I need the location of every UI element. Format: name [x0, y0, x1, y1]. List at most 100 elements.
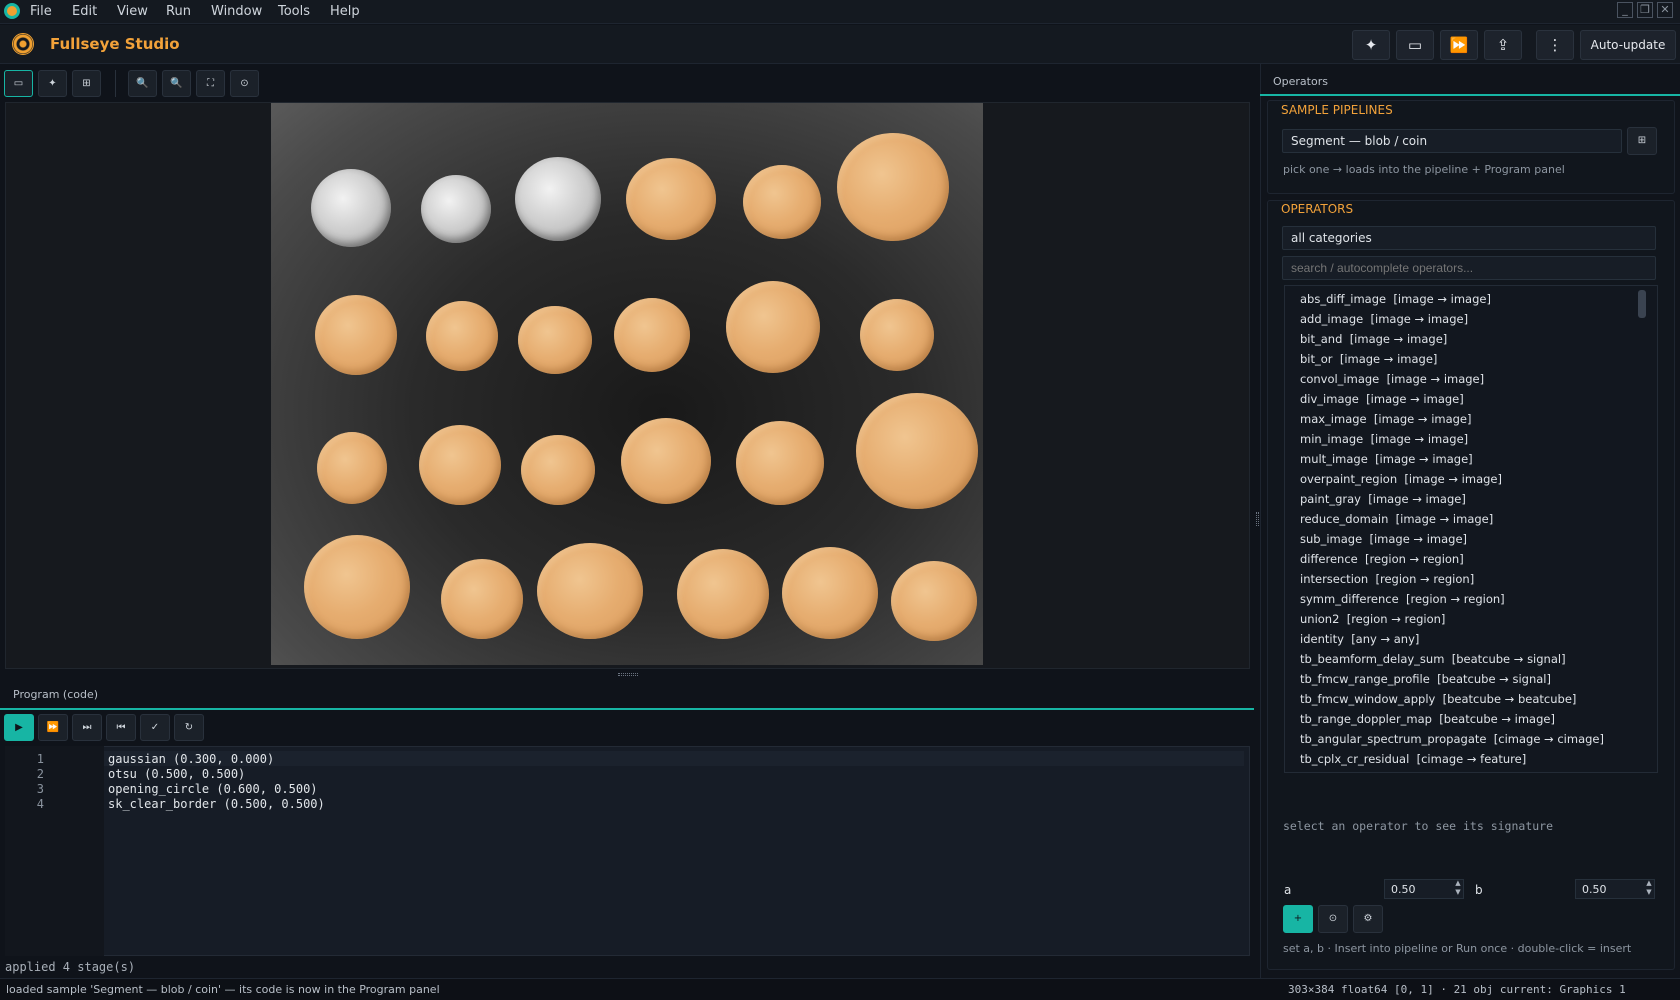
folder-icon[interactable]: ▭	[1396, 30, 1434, 60]
coin	[518, 306, 592, 374]
coin	[515, 157, 601, 241]
param-b-label: b	[1475, 883, 1483, 897]
step-back-button[interactable]: ⏮	[106, 714, 136, 741]
menu-help[interactable]: Help	[330, 4, 360, 19]
line-number: 3	[36, 782, 44, 796]
coin	[621, 418, 711, 504]
list-item[interactable]: abs_diff_image [image → image]	[1300, 292, 1491, 306]
coin	[891, 561, 977, 641]
zoom-out-icon[interactable]: 🔍	[162, 70, 191, 97]
app-title: Fullseye Studio	[50, 35, 180, 53]
list-item[interactable]: identity [any → any]	[1300, 632, 1419, 646]
list-item[interactable]: min_image [image → image]	[1300, 432, 1468, 446]
coin	[315, 295, 397, 375]
app-menu-icon[interactable]	[4, 3, 20, 19]
list-item[interactable]: sub_image [image → image]	[1300, 532, 1467, 546]
more-menu-icon[interactable]: ⋮	[1536, 30, 1574, 60]
tab-program[interactable]: Program (code)	[0, 680, 1254, 710]
run-all-button[interactable]: ⏩	[38, 714, 68, 741]
code-line[interactable]: sk_clear_border (0.500, 0.500)	[108, 797, 325, 811]
list-item[interactable]: tb_fmcw_range_profile [beatcube → signal…	[1300, 672, 1551, 686]
list-item[interactable]: union2 [region → region]	[1300, 612, 1445, 626]
param-a-stepper[interactable]: ▲ ▼	[1452, 879, 1464, 899]
list-item[interactable]: paint_gray [image → image]	[1300, 492, 1466, 506]
zoom-in-icon[interactable]: 🔍	[128, 70, 157, 97]
insert-operator-button[interactable]: +	[1283, 905, 1313, 933]
app-logo-icon	[12, 33, 34, 55]
coin	[837, 133, 949, 241]
coin	[311, 169, 391, 247]
grid-icon[interactable]: ⊞	[72, 70, 101, 97]
list-item[interactable]: bit_or [image → image]	[1300, 352, 1437, 366]
line-number: 2	[36, 767, 44, 781]
title-bar: Fullseye Studio ✦ ▭ ⏩ ⇪ ⋮ Auto-update	[0, 25, 1680, 64]
list-item[interactable]: overpaint_region [image → image]	[1300, 472, 1502, 486]
menu-window[interactable]: Window	[211, 4, 262, 19]
step-forward-button[interactable]: ⏭	[72, 714, 102, 741]
list-item[interactable]: mult_image [image → image]	[1300, 452, 1473, 466]
list-item[interactable]: tb_beamform_delay_sum [beatcube → signal…	[1300, 652, 1566, 666]
param-b-stepper[interactable]: ▲ ▼	[1643, 879, 1655, 899]
operator-list-scroll-thumb[interactable]	[1638, 290, 1646, 318]
menu-run[interactable]: Run	[166, 4, 191, 19]
list-item[interactable]: div_image [image → image]	[1300, 392, 1464, 406]
coin-image[interactable]	[271, 103, 983, 665]
sample-pipelines-hint: pick one → loads into the pipeline + Pro…	[1283, 163, 1565, 176]
close-icon[interactable]: ✕	[1657, 2, 1673, 18]
coin	[743, 165, 821, 239]
sparkle-icon[interactable]: ✦	[1352, 30, 1390, 60]
status-bar: loaded sample 'Segment — blob / coin' — …	[0, 978, 1680, 1000]
coin	[736, 421, 824, 505]
run-button[interactable]: ▶	[4, 714, 34, 741]
menu-edit[interactable]: Edit	[72, 4, 97, 19]
vertical-splitter-handle[interactable]	[1256, 512, 1259, 526]
list-item[interactable]: symm_difference [region → region]	[1300, 592, 1505, 606]
export-icon[interactable]: ⇪	[1484, 30, 1522, 60]
coin	[856, 393, 978, 509]
list-item[interactable]: tb_range_doppler_map [beatcube → image]	[1300, 712, 1555, 726]
run-once-icon[interactable]: ⊙	[1318, 905, 1348, 933]
tab-operators[interactable]: Operators	[1260, 66, 1680, 96]
category-select[interactable]: all categories	[1282, 226, 1656, 250]
coin	[677, 549, 769, 639]
reset-button[interactable]: ↻	[174, 714, 204, 741]
menu-file[interactable]: File	[30, 4, 52, 19]
menu-tools[interactable]: Tools	[278, 4, 310, 19]
list-item[interactable]: difference [region → region]	[1300, 552, 1464, 566]
operators-title: OPERATORS	[1281, 202, 1354, 216]
open-image-icon[interactable]: ▭	[4, 70, 33, 97]
sparkle-tool-icon[interactable]: ✦	[38, 70, 67, 97]
fast-forward-icon[interactable]: ⏩	[1440, 30, 1478, 60]
center-icon[interactable]: ⊙	[230, 70, 259, 97]
settings-icon[interactable]: ⚙	[1353, 905, 1383, 933]
code-line[interactable]: otsu (0.500, 0.500)	[108, 767, 245, 781]
code-line[interactable]: opening_circle (0.600, 0.500)	[108, 782, 318, 796]
signature-hint: select an operator to see its signature	[1283, 819, 1554, 833]
list-item[interactable]: tb_fmcw_window_apply [beatcube → beatcub…	[1300, 692, 1576, 706]
list-item[interactable]: reduce_domain [image → image]	[1300, 512, 1493, 526]
current-line-highlight	[104, 751, 1244, 766]
operator-search-input[interactable]	[1282, 256, 1656, 280]
sample-pipeline-select[interactable]: Segment — blob / coin	[1282, 129, 1622, 153]
auto-update-button[interactable]: Auto-update	[1580, 30, 1676, 60]
list-item[interactable]: max_image [image → image]	[1300, 412, 1472, 426]
restore-icon[interactable]: ❐	[1637, 2, 1653, 18]
code-line[interactable]: gaussian (0.300, 0.000)	[108, 752, 274, 766]
list-item[interactable]: bit_and [image → image]	[1300, 332, 1447, 346]
check-button[interactable]: ✓	[140, 714, 170, 741]
operator-list[interactable]: abs_diff_image [image → image] add_image…	[1284, 285, 1658, 773]
load-sample-icon[interactable]: ⊞	[1627, 127, 1657, 155]
list-item[interactable]: add_image [image → image]	[1300, 312, 1468, 326]
menu-view[interactable]: View	[117, 4, 148, 19]
minimize-icon[interactable]: _	[1617, 2, 1633, 18]
list-item[interactable]: intersection [region → region]	[1300, 572, 1474, 586]
list-item[interactable]: tb_angular_spectrum_propagate [cimage → …	[1300, 732, 1604, 746]
operator-list-scrollbar[interactable]	[1636, 287, 1648, 771]
action-hint: set a, b · Insert into pipeline or Run o…	[1283, 942, 1632, 955]
splitter-handle[interactable]	[618, 673, 638, 676]
list-item[interactable]: convol_image [image → image]	[1300, 372, 1484, 386]
coin	[441, 559, 523, 639]
fit-view-icon[interactable]: ⛶	[196, 70, 225, 97]
coin	[426, 301, 498, 371]
list-item[interactable]: tb_cplx_cr_residual [cimage → feature]	[1300, 752, 1526, 766]
